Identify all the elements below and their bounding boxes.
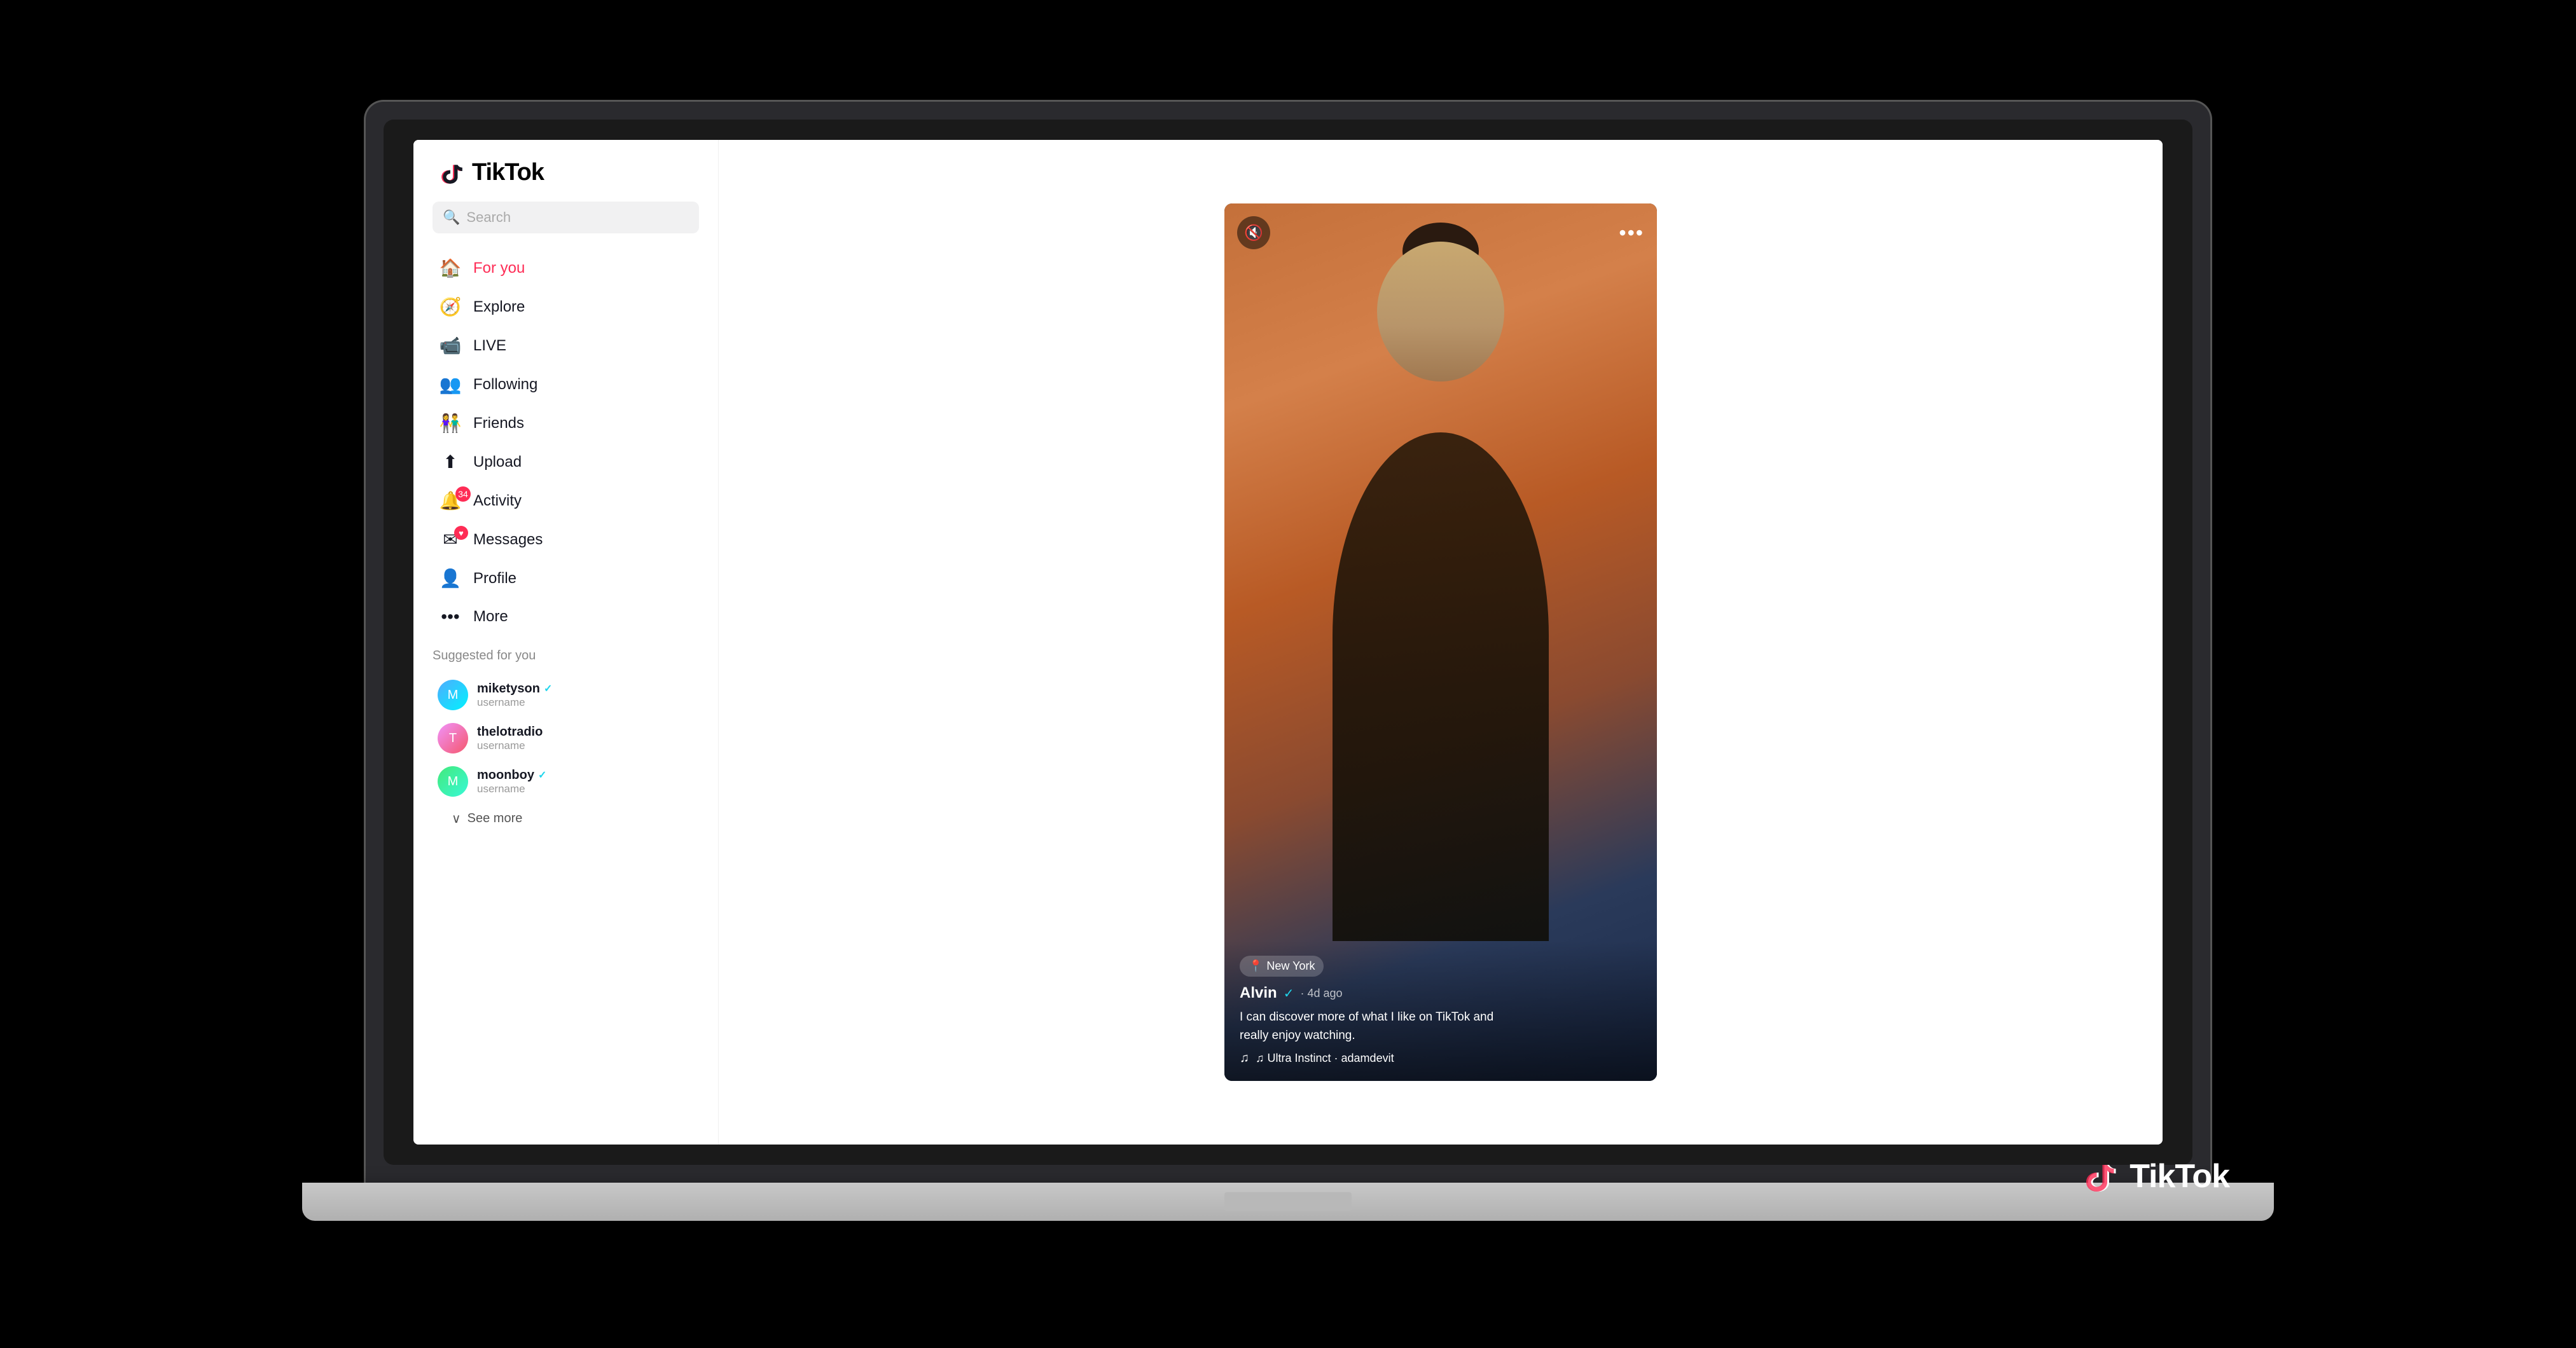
nav-item-following[interactable]: 👥 Following	[426, 365, 705, 404]
tiktok-logo-icon	[439, 160, 466, 186]
user-handle-miketyson: miketyson ✓	[477, 682, 552, 696]
video-controls-top: 🔇 •••	[1237, 216, 1644, 249]
main-content: 🔇 ••• 📍 New York Alvin ✓	[719, 140, 2163, 1145]
video-container[interactable]: 🔇 ••• 📍 New York Alvin ✓	[1224, 203, 1657, 1081]
creator-time: · 4d ago	[1300, 987, 1342, 1000]
location-icon: 📍	[1249, 959, 1263, 973]
search-bar[interactable]: 🔍 Search	[433, 202, 699, 233]
user-info-miketyson: miketyson ✓ username	[477, 682, 552, 709]
following-icon: 👥	[439, 374, 462, 395]
head-visual	[1377, 242, 1504, 382]
laptop-screen-shell: TikTok 🔍 Search 🏠 For you	[366, 102, 2210, 1183]
user-avatar-moonboy: M	[438, 766, 468, 797]
nav-item-upload[interactable]: ⬆ Upload	[426, 443, 705, 481]
user-info-thelotradio: thelotradio username	[477, 725, 543, 752]
suggested-title: Suggested for you	[433, 649, 699, 663]
nav-label-profile: Profile	[473, 570, 516, 588]
watermark-text: TikTok	[2129, 1157, 2229, 1195]
suggested-user-thelotradio[interactable]: T thelotradio username	[433, 717, 699, 760]
laptop-trackpad	[1224, 1192, 1352, 1211]
search-icon: 🔍	[443, 209, 460, 226]
user-name-moonboy: username	[477, 783, 546, 795]
friends-icon: 👫	[439, 413, 462, 434]
watermark-logo-icon	[2082, 1157, 2121, 1195]
screen-content: TikTok 🔍 Search 🏠 For you	[413, 140, 2163, 1145]
nav-label-upload: Upload	[473, 453, 522, 471]
nav-item-live[interactable]: 📹 LIVE	[426, 326, 705, 365]
explore-icon: 🧭	[439, 296, 462, 317]
creator-verified-icon: ✓	[1284, 986, 1294, 1001]
messages-badge: ♥	[454, 526, 468, 540]
nav-label-activity: Activity	[473, 492, 522, 510]
see-more-button[interactable]: ∨ See more	[433, 803, 699, 834]
laptop-base	[302, 1183, 2274, 1221]
app-logo-text: TikTok	[472, 159, 544, 186]
chevron-down-icon: ∨	[452, 811, 461, 827]
user-avatar-miketyson: M	[438, 680, 468, 710]
verified-badge-miketyson: ✓	[544, 682, 552, 695]
mute-button[interactable]: 🔇	[1237, 216, 1270, 249]
nav-label-messages: Messages	[473, 531, 543, 549]
suggested-section: Suggested for you M miketyson ✓ username	[413, 636, 718, 841]
home-icon: 🏠	[439, 258, 462, 279]
nav-item-explore[interactable]: 🧭 Explore	[426, 287, 705, 326]
nav-list: 🏠 For you 🧭 Explore 📹 LIVE 👥	[413, 249, 718, 636]
nav-item-activity[interactable]: 🔔 34 Activity	[426, 481, 705, 520]
nav-item-profile[interactable]: 👤 Profile	[426, 559, 705, 598]
profile-icon: 👤	[439, 568, 462, 589]
creator-info: Alvin ✓ · 4d ago	[1240, 984, 1642, 1002]
activity-badge: 34	[455, 486, 471, 502]
suggested-user-miketyson[interactable]: M miketyson ✓ username	[433, 673, 699, 717]
search-placeholder-text: Search	[466, 209, 511, 226]
user-handle-thelotradio: thelotradio	[477, 725, 543, 739]
video-more-button[interactable]: •••	[1619, 221, 1644, 245]
location-tag: 📍 New York	[1240, 956, 1324, 977]
video-overlay-bottom: 📍 New York Alvin ✓ · 4d ago I can discov…	[1224, 940, 1657, 1081]
laptop-screen-bezel: TikTok 🔍 Search 🏠 For you	[384, 120, 2192, 1165]
user-info-moonboy: moonboy ✓ username	[477, 768, 546, 795]
user-avatar-thelotradio: T	[438, 723, 468, 753]
user-name-miketyson: username	[477, 696, 552, 709]
nav-item-messages[interactable]: ✉ ♥ Messages	[426, 520, 705, 559]
nav-item-more[interactable]: ••• More	[426, 598, 705, 636]
sidebar: TikTok 🔍 Search 🏠 For you	[413, 140, 719, 1145]
video-music: ♫ ♫ Ultra Instinct · adamdevit	[1240, 1051, 1642, 1066]
person-visual	[1333, 432, 1549, 941]
verified-badge-moonboy: ✓	[538, 769, 546, 781]
logo-area: TikTok	[413, 159, 718, 202]
nav-label-explore: Explore	[473, 298, 525, 316]
nav-label-more: More	[473, 608, 508, 626]
laptop-outer: TikTok 🔍 Search 🏠 For you	[270, 102, 2306, 1246]
user-name-thelotradio: username	[477, 739, 543, 752]
user-handle-moonboy: moonboy ✓	[477, 768, 546, 783]
video-caption: I can discover more of what I like on Ti…	[1240, 1008, 1507, 1045]
watermark: TikTok	[2082, 1157, 2229, 1195]
nav-label-live: LIVE	[473, 337, 506, 355]
upload-icon: ⬆	[439, 451, 462, 472]
live-icon: 📹	[439, 335, 462, 356]
music-note-icon: ♫	[1240, 1051, 1249, 1066]
nav-label-friends: Friends	[473, 415, 524, 432]
nav-item-for-you[interactable]: 🏠 For you	[426, 249, 705, 287]
more-icon: •••	[439, 607, 462, 627]
nav-label-for-you: For you	[473, 259, 525, 277]
nav-item-friends[interactable]: 👫 Friends	[426, 404, 705, 443]
nav-label-following: Following	[473, 376, 537, 394]
suggested-user-moonboy[interactable]: M moonboy ✓ username	[433, 760, 699, 803]
creator-name: Alvin	[1240, 984, 1277, 1002]
